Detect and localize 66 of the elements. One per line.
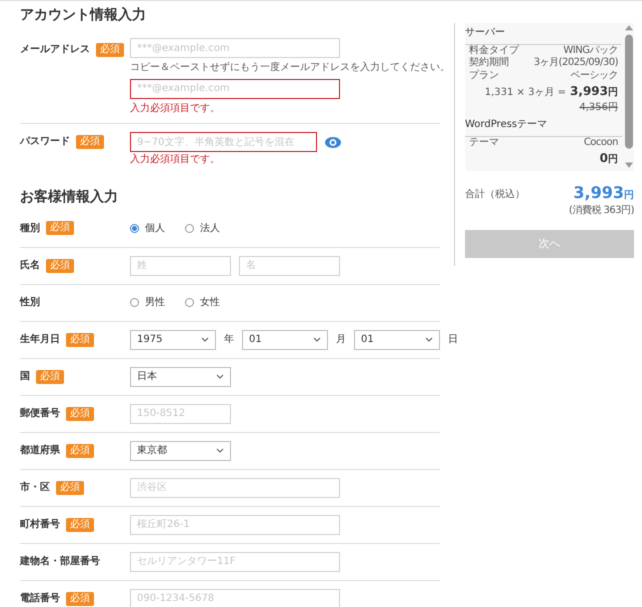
chevron-down-icon: [201, 337, 209, 342]
required-badge: 必須: [66, 592, 94, 606]
summary-label: テーマ: [469, 136, 499, 149]
summary-value: WINGパック: [563, 44, 618, 57]
summary-section-title: サーバー: [465, 27, 622, 44]
field-label: 建物名・部屋番号: [20, 554, 100, 569]
input-field[interactable]: ***@example.com: [130, 78, 340, 98]
select-field[interactable]: 1975: [130, 330, 216, 350]
section-title: アカウント情報入力: [20, 6, 147, 25]
summary-value: ベーシック: [570, 70, 618, 82]
required-badge: 必須: [46, 258, 74, 272]
field-label: 種別: [20, 222, 40, 236]
radio-option[interactable]: 女性: [185, 295, 220, 310]
eye-icon[interactable]: [325, 136, 341, 148]
required-badge: 必須: [46, 221, 74, 235]
section-title: お客様情報入力: [20, 188, 119, 206]
chevron-down-icon: [313, 337, 321, 342]
price-formula: 1,331 × 3ヶ月 =: [484, 86, 566, 100]
error-text: 入力必須項目です。: [130, 102, 221, 115]
radio-option[interactable]: 法人: [185, 220, 220, 236]
summary-value: 3ヶ月(2025/09/30): [534, 57, 618, 70]
field-label: 生年月日: [20, 332, 60, 347]
field-label: メールアドレス: [20, 43, 90, 57]
field-label: 電話番号: [20, 592, 60, 606]
field-label: 郵便番号: [20, 406, 60, 421]
chevron-down-icon: [216, 374, 224, 379]
input-field[interactable]: 9~70文字、半角英数と記号を混在: [130, 132, 317, 152]
old-price: 4,356円: [579, 101, 618, 115]
field-label: 氏名: [20, 258, 40, 273]
hint-text: コピー＆ペーストせずにもう一度メールアドレスを入力してください。: [130, 62, 450, 74]
select-field[interactable]: 東京都: [130, 440, 231, 460]
field-label: 国: [20, 370, 30, 384]
required-badge: 必須: [66, 406, 94, 420]
field-label: パスワード: [20, 135, 70, 149]
summary-section-title: WordPressテーマ: [465, 119, 622, 136]
date-unit: 年: [224, 333, 234, 347]
summary-label: 契約期間: [469, 57, 509, 70]
field-label: 町村番号: [20, 518, 60, 532]
date-unit: 月: [336, 333, 346, 347]
required-badge: 必須: [96, 42, 124, 56]
field-label: 性別: [20, 296, 40, 310]
required-badge: 必須: [56, 480, 84, 494]
required-badge: 必須: [76, 134, 104, 148]
summary-label: プラン: [469, 70, 499, 82]
required-badge: 必須: [66, 518, 94, 532]
chevron-down-icon: [216, 448, 224, 453]
select-field[interactable]: 01: [354, 330, 440, 350]
total-label: 合計（税込）: [465, 188, 525, 202]
select-field[interactable]: 01: [242, 330, 328, 350]
price: 0円: [600, 150, 618, 167]
radio-option[interactable]: 個人: [130, 220, 165, 236]
radio-option[interactable]: 男性: [130, 295, 165, 310]
required-badge: 必須: [66, 444, 94, 458]
chevron-down-icon: [425, 337, 433, 342]
error-text: 入力必須項目です。: [130, 154, 221, 166]
total-price: 3,993円: [573, 183, 634, 203]
price: 3,993円: [570, 83, 618, 100]
summary-label: 料金タイプ: [469, 44, 519, 56]
summary-value: Cocoon: [584, 136, 618, 149]
required-badge: 必須: [36, 370, 64, 384]
date-unit: 日: [448, 333, 458, 347]
required-badge: 必須: [66, 332, 94, 346]
select-field[interactable]: 日本: [130, 366, 231, 386]
field-label: 市・区: [20, 480, 50, 495]
tax-note: (消費税 363円): [568, 204, 634, 218]
field-label: 都道府県: [20, 443, 60, 458]
